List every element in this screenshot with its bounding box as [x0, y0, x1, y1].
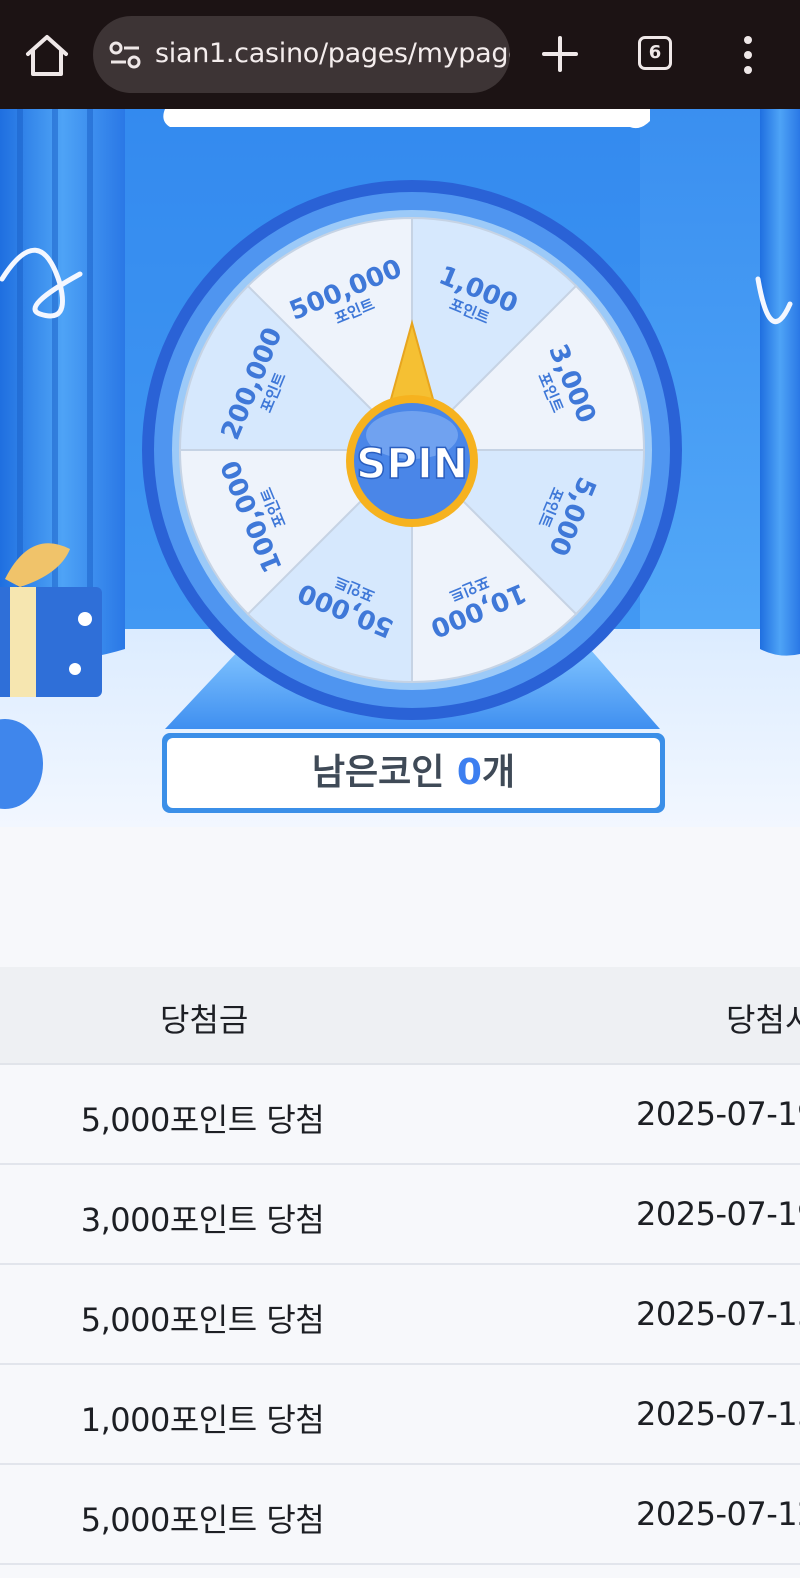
table-row: 5,000포인트 당첨 2025-07-15 [0, 1265, 800, 1365]
table-row: 3,000포인트 당첨 2025-07-19 [0, 1165, 800, 1265]
remaining-coins-box: 남은코인 0개 [162, 733, 665, 813]
date-cell: 2025-07-13 [636, 1395, 800, 1433]
remaining-coins-label: 남은코인 [311, 752, 445, 793]
prize-cell: 5,000포인트 당첨 [80, 1301, 325, 1339]
spin-label[interactable]: SPIN [355, 438, 468, 489]
more-menu-icon[interactable] [740, 35, 756, 75]
roulette-banner: 1,000 포인트 3,000 포인트 5,000 포인트 10,000 포인트 50,000 포… [0, 109, 800, 827]
remaining-coins-suffix: 개 [481, 752, 516, 793]
date-cell: 2025-07-15 [636, 1295, 800, 1333]
prize-cell: 5,000포인트 당첨 [80, 1501, 325, 1539]
column-header-prize: 당첨금 [160, 1001, 249, 1039]
prize-cell: 5,000포인트 당첨 [80, 1101, 325, 1139]
date-cell: 2025-07-19 [636, 1195, 800, 1233]
table-row: 5,000포인트 당첨 2025-07-12 [0, 1465, 800, 1565]
roulette-wheel[interactable]: 1,000포인트3,000포인트5,000포인트10,000포인트50,000포… [0, 109, 800, 827]
prize-cell: 1,000포인트 당첨 [80, 1401, 325, 1439]
date-cell: 2025-07-19 [636, 1095, 800, 1133]
table-header: 당첨금 당첨시 [0, 967, 800, 1065]
home-icon[interactable] [22, 32, 72, 78]
site-settings-icon[interactable] [109, 40, 141, 70]
column-header-date: 당첨시 [726, 1001, 800, 1039]
win-history-table: 당첨금 당첨시 5,000포인트 당첨 2025-07-19 3,000포인트 당첨… [0, 967, 800, 1565]
browser-toolbar: sian1.casino/pages/mypage 6 [0, 0, 800, 109]
prize-cell: 3,000포인트 당첨 [80, 1201, 325, 1239]
table-row: 5,000포인트 당첨 2025-07-19 [0, 1065, 800, 1165]
remaining-coins-count: 0 [456, 752, 482, 793]
table-row: 1,000포인트 당첨 2025-07-13 [0, 1365, 800, 1465]
url-text: sian1.casino/pages/mypage [155, 38, 510, 69]
new-tab-icon[interactable] [540, 34, 580, 74]
address-bar[interactable]: sian1.casino/pages/mypage [93, 16, 510, 93]
tab-switcher-button[interactable]: 6 [638, 36, 672, 70]
date-cell: 2025-07-12 [636, 1495, 800, 1533]
